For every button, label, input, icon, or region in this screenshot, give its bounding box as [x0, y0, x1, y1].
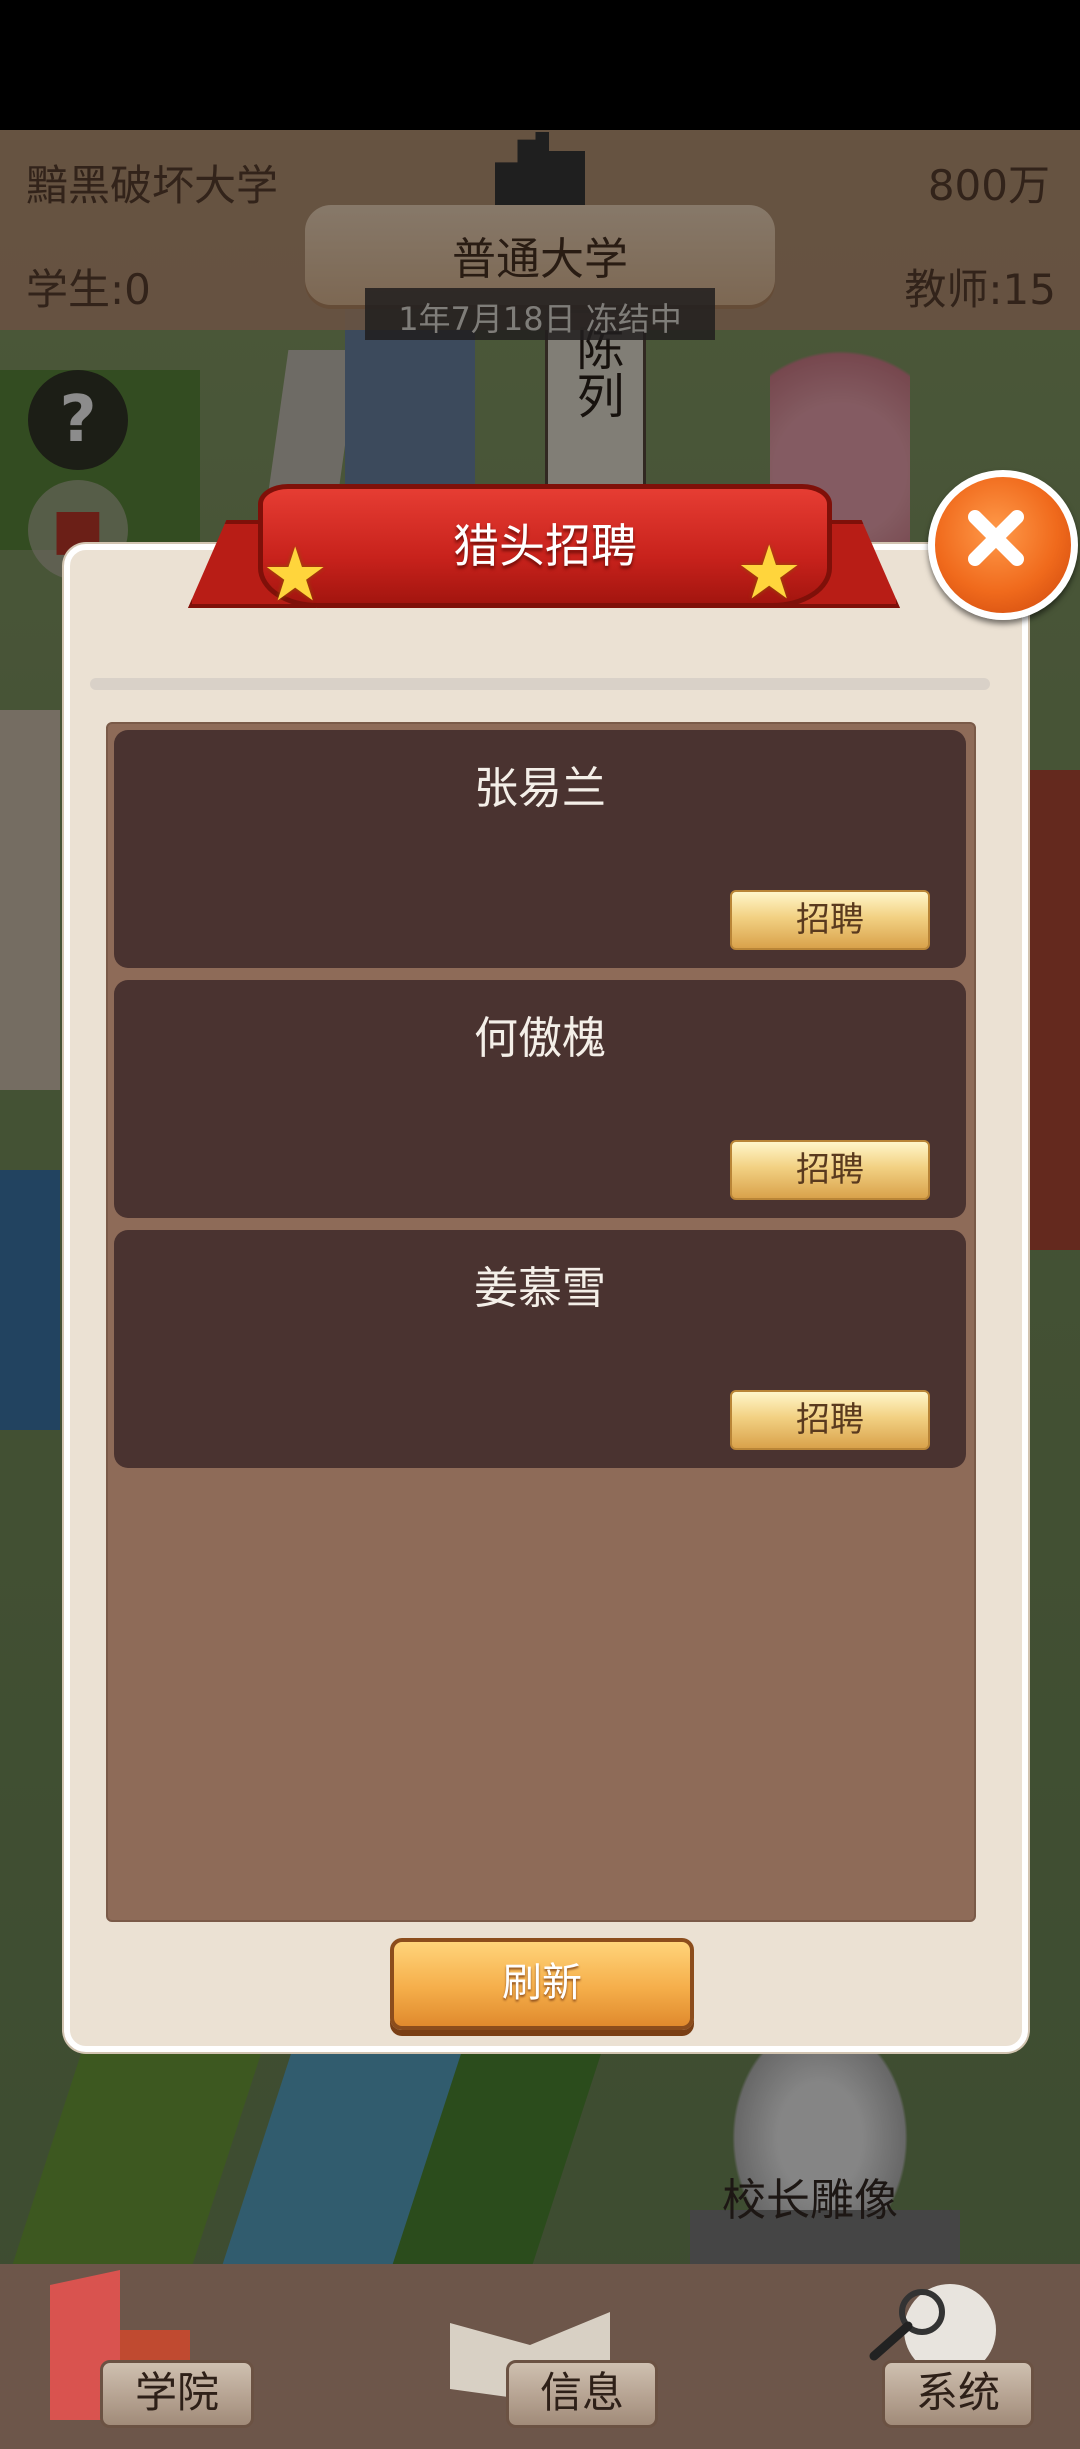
candidate-card: 张易兰 招聘	[114, 730, 966, 968]
hire-button[interactable]: 招聘	[730, 1140, 930, 1200]
close-icon	[968, 510, 1024, 566]
statue-label: 校长雕像	[722, 2175, 898, 2226]
hire-button[interactable]: 招聘	[730, 1390, 930, 1450]
candidate-name: 张易兰	[474, 763, 606, 814]
tab-academy[interactable]: 学院	[100, 2360, 254, 2428]
star-icon: ★	[736, 530, 803, 616]
status-bar	[0, 0, 1080, 130]
tab-system[interactable]: 系统	[882, 2360, 1034, 2428]
refresh-button[interactable]: 刷新	[390, 1938, 694, 2030]
candidate-card: 何傲槐 招聘	[114, 980, 966, 1218]
candidate-name: 何傲槐	[474, 1013, 606, 1064]
star-icon: ★	[262, 532, 329, 618]
dialog-divider	[90, 678, 990, 690]
candidate-card: 姜慕雪 招聘	[114, 1230, 966, 1468]
hire-button[interactable]: 招聘	[730, 890, 930, 950]
close-button[interactable]	[928, 470, 1078, 620]
candidate-name: 姜慕雪	[474, 1263, 606, 1314]
tab-info[interactable]: 信息	[506, 2360, 658, 2428]
